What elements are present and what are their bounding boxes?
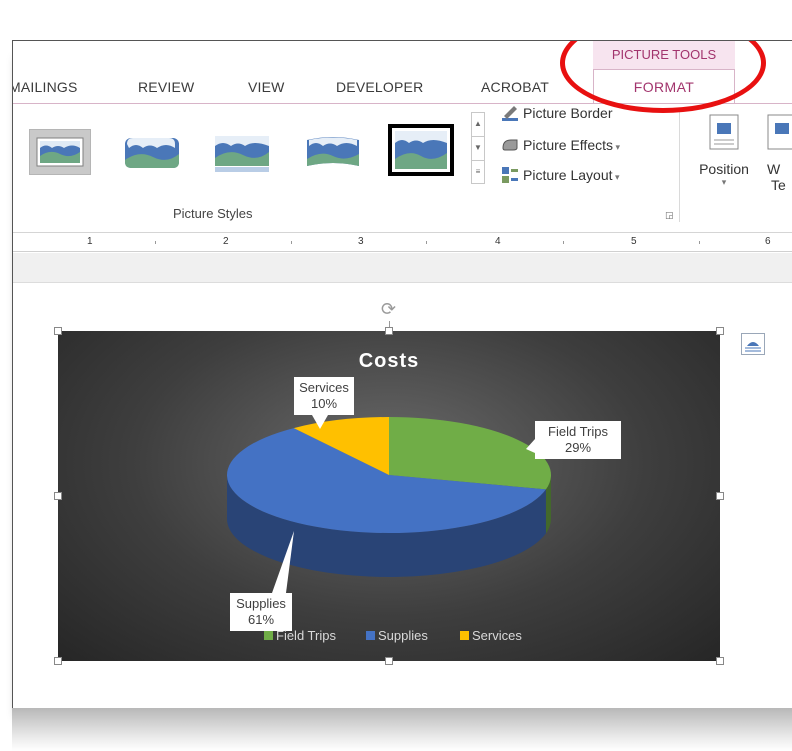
legend-item-supplies: Supplies bbox=[366, 628, 428, 643]
dropdown-arrow-icon: ▾ bbox=[613, 142, 621, 153]
gallery-scroll[interactable]: ▲ ▼ ≡ bbox=[471, 112, 485, 184]
picture-style-3[interactable] bbox=[213, 130, 269, 172]
ruler-number: 2 bbox=[223, 236, 229, 247]
svg-text:Services: Services bbox=[299, 380, 349, 395]
svg-text:Field Trips: Field Trips bbox=[276, 628, 336, 643]
page-edge bbox=[13, 282, 792, 283]
resize-handle[interactable] bbox=[716, 657, 724, 665]
scroll-down-icon[interactable]: ▼ bbox=[472, 137, 484, 161]
svg-text:10%: 10% bbox=[311, 396, 337, 411]
horizontal-ruler[interactable]: 1 2 3 4 5 6 bbox=[13, 234, 792, 252]
layout-icon bbox=[501, 166, 523, 187]
picture-style-4[interactable] bbox=[303, 130, 359, 172]
svg-text:Services: Services bbox=[472, 628, 522, 643]
layout-options-icon[interactable] bbox=[741, 333, 765, 355]
document-margin bbox=[13, 253, 792, 283]
picture-effects-label: Picture Effects bbox=[523, 137, 614, 154]
pencil-icon bbox=[501, 104, 523, 125]
resize-handle[interactable] bbox=[716, 327, 724, 335]
ruler-tick bbox=[563, 241, 564, 244]
wrap-label-2: Te bbox=[771, 177, 786, 193]
ruler-tick bbox=[699, 241, 700, 244]
tab-review[interactable]: REVIEW bbox=[138, 79, 194, 95]
scroll-up-icon[interactable]: ▲ bbox=[472, 113, 484, 137]
svg-text:Supplies: Supplies bbox=[378, 628, 428, 643]
tab-view[interactable]: VIEW bbox=[248, 79, 285, 95]
gallery-more-icon[interactable]: ≡ bbox=[472, 161, 484, 185]
picture-border-label: Picture Border bbox=[523, 105, 613, 122]
tab-developer[interactable]: DEVELOPER bbox=[336, 79, 423, 95]
position-icon bbox=[689, 114, 759, 153]
picture-style-5[interactable] bbox=[388, 124, 454, 176]
svg-text:Supplies: Supplies bbox=[236, 596, 286, 611]
ruler-number: 4 bbox=[495, 236, 501, 247]
svg-text:61%: 61% bbox=[248, 612, 274, 627]
data-label-field-trips: Field Trips29% bbox=[526, 421, 621, 459]
ribbon-body: ▲ ▼ ≡ Picture Border Picture Effects ▾ P… bbox=[13, 103, 792, 233]
ruler-number: 6 bbox=[765, 236, 771, 247]
ruler-number: 5 bbox=[631, 236, 637, 247]
position-button[interactable]: Position ▾ bbox=[689, 114, 759, 188]
picture-effects-button[interactable]: Picture Effects ▾ bbox=[501, 136, 620, 160]
pie-chart-svg: CostsField Trips29%Supplies61%Services10… bbox=[226, 350, 621, 643]
rotate-handle-icon[interactable]: ⟳ bbox=[381, 299, 396, 320]
picture-styles-group-label: Picture Styles bbox=[173, 206, 253, 221]
wrap-text-button[interactable]: W Te bbox=[767, 114, 792, 193]
group-separator bbox=[679, 110, 680, 222]
screenshot-frame: MAILINGS REVIEW VIEW DEVELOPER ACROBAT P… bbox=[12, 40, 792, 710]
dialog-launcher-icon[interactable]: ◲ bbox=[665, 210, 674, 221]
legend-item-services: Services bbox=[460, 628, 522, 643]
effects-icon bbox=[501, 136, 523, 157]
chart-title: Costs bbox=[359, 350, 420, 372]
position-label: Position bbox=[699, 161, 749, 177]
resize-handle[interactable] bbox=[54, 327, 62, 335]
costs-chart[interactable]: Costs Field Trips 29% Supplies 61% Services 10… bbox=[58, 331, 720, 661]
dropdown-arrow-icon: ▾ bbox=[721, 177, 727, 187]
ruler-tick bbox=[155, 241, 156, 244]
resize-handle[interactable] bbox=[385, 657, 393, 665]
picture-border-button[interactable]: Picture Border bbox=[501, 104, 612, 128]
picture-layout-label: Picture Layout bbox=[523, 167, 613, 184]
wrap-label-1: W bbox=[767, 161, 781, 177]
resize-handle[interactable] bbox=[385, 327, 393, 335]
tab-acrobat[interactable]: ACROBAT bbox=[481, 79, 549, 95]
wrap-text-icon bbox=[767, 114, 792, 153]
ruler-tick bbox=[426, 241, 427, 244]
picture-layout-button[interactable]: Picture Layout ▾ bbox=[501, 166, 620, 190]
resize-handle[interactable] bbox=[54, 657, 62, 665]
tab-mailings[interactable]: MAILINGS bbox=[13, 79, 78, 95]
drop-shadow bbox=[12, 708, 792, 751]
svg-text:Field Trips: Field Trips bbox=[548, 424, 608, 439]
picture-style-1[interactable] bbox=[29, 129, 91, 175]
resize-handle[interactable] bbox=[54, 492, 62, 500]
ruler-tick bbox=[291, 241, 292, 244]
ruler-number: 1 bbox=[87, 236, 93, 247]
resize-handle[interactable] bbox=[716, 492, 724, 500]
ruler-number: 3 bbox=[358, 236, 364, 247]
dropdown-arrow-icon: ▾ bbox=[612, 172, 620, 183]
picture-style-2[interactable] bbox=[123, 130, 179, 172]
svg-text:29%: 29% bbox=[565, 440, 591, 455]
